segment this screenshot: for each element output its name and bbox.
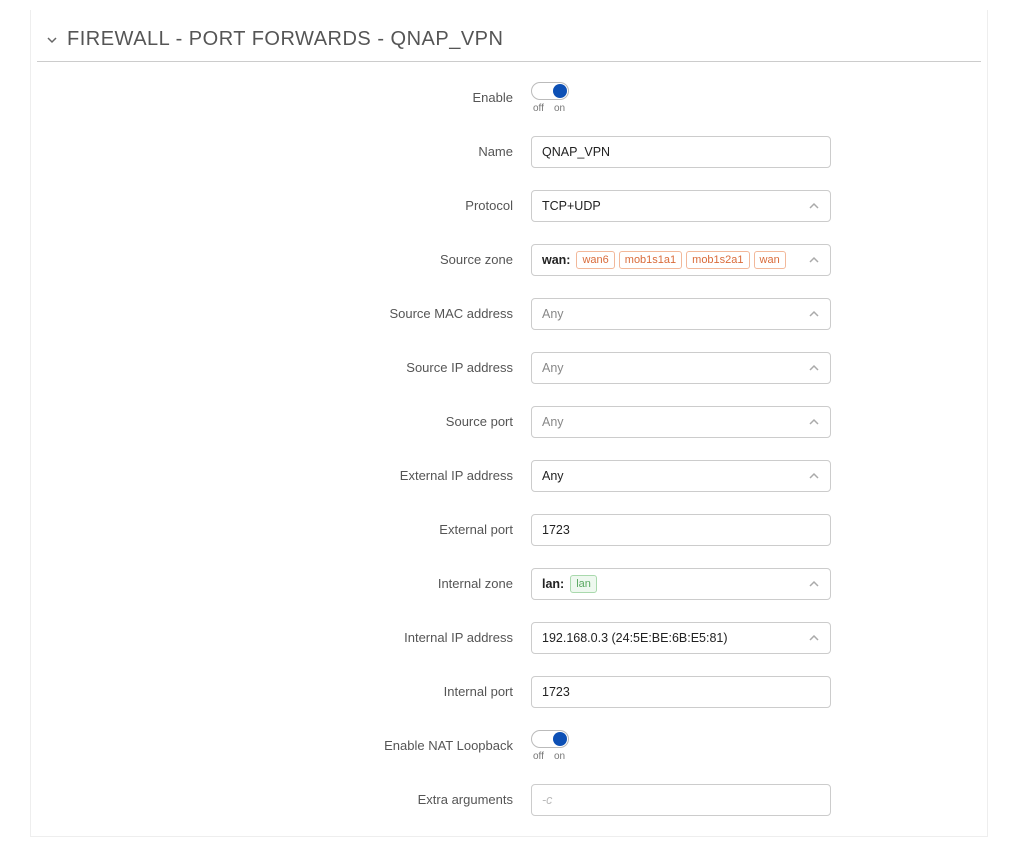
source-zone-name: wan: bbox=[542, 253, 570, 267]
internal-ip-value: 192.168.0.3 (24:5E:BE:6B:E5:81) bbox=[542, 631, 808, 645]
internal-port-label: Internal port bbox=[51, 676, 531, 699]
chevron-up-icon bbox=[808, 578, 820, 590]
source-zone-select[interactable]: wan: wan6 mob1s1a1 mob1s2a1 wan bbox=[531, 244, 831, 276]
internal-zone-value: lan: lan bbox=[542, 575, 808, 593]
panel-header[interactable]: FIREWALL - PORT FORWARDS - QNAP_VPN bbox=[37, 10, 981, 62]
enable-toggle[interactable] bbox=[531, 82, 569, 100]
source-mac-select[interactable]: Any bbox=[531, 298, 831, 330]
internal-ip-select[interactable]: 192.168.0.3 (24:5E:BE:6B:E5:81) bbox=[531, 622, 831, 654]
chevron-up-icon bbox=[808, 308, 820, 320]
nat-loopback-label: Enable NAT Loopback bbox=[51, 730, 531, 753]
name-label: Name bbox=[51, 136, 531, 159]
chevron-down-icon bbox=[45, 33, 59, 47]
external-ip-value: Any bbox=[542, 469, 808, 483]
chevron-up-icon bbox=[808, 362, 820, 374]
chevron-up-icon bbox=[808, 200, 820, 212]
external-ip-select[interactable]: Any bbox=[531, 460, 831, 492]
zone-tag: mob1s1a1 bbox=[619, 251, 682, 269]
toggle-off-text: off bbox=[533, 751, 544, 762]
external-port-label: External port bbox=[51, 514, 531, 537]
extra-args-input[interactable] bbox=[531, 784, 831, 816]
toggle-off-text: off bbox=[533, 103, 544, 114]
source-mac-label: Source MAC address bbox=[51, 298, 531, 321]
internal-zone-label: Internal zone bbox=[51, 568, 531, 591]
nat-loopback-toggle[interactable] bbox=[531, 730, 569, 748]
toggle-caption: off on bbox=[531, 103, 565, 114]
toggle-on-text: on bbox=[554, 751, 565, 762]
panel: FIREWALL - PORT FORWARDS - QNAP_VPN Enab… bbox=[30, 10, 988, 837]
internal-port-input[interactable] bbox=[531, 676, 831, 708]
source-port-value: Any bbox=[542, 415, 808, 429]
external-ip-label: External IP address bbox=[51, 460, 531, 483]
chevron-up-icon bbox=[808, 416, 820, 428]
internal-zone-select[interactable]: lan: lan bbox=[531, 568, 831, 600]
source-ip-select[interactable]: Any bbox=[531, 352, 831, 384]
protocol-label: Protocol bbox=[51, 190, 531, 213]
internal-ip-label: Internal IP address bbox=[51, 622, 531, 645]
zone-tag: mob1s2a1 bbox=[686, 251, 749, 269]
external-port-input[interactable] bbox=[531, 514, 831, 546]
source-mac-value: Any bbox=[542, 307, 808, 321]
internal-zone-name: lan: bbox=[542, 577, 564, 591]
source-port-select[interactable]: Any bbox=[531, 406, 831, 438]
protocol-value: TCP+UDP bbox=[542, 199, 808, 213]
name-input[interactable] bbox=[531, 136, 831, 168]
form: Enable off on Name Protocol TCP+UDP bbox=[31, 82, 987, 816]
page-title: FIREWALL - PORT FORWARDS - QNAP_VPN bbox=[67, 28, 503, 51]
chevron-up-icon bbox=[808, 254, 820, 266]
zone-tag: lan bbox=[570, 575, 597, 593]
source-ip-label: Source IP address bbox=[51, 352, 531, 375]
protocol-select[interactable]: TCP+UDP bbox=[531, 190, 831, 222]
enable-label: Enable bbox=[51, 82, 531, 105]
chevron-up-icon bbox=[808, 470, 820, 482]
source-zone-label: Source zone bbox=[51, 244, 531, 267]
extra-args-label: Extra arguments bbox=[51, 784, 531, 807]
zone-tag: wan6 bbox=[576, 251, 614, 269]
toggle-on-text: on bbox=[554, 103, 565, 114]
source-port-label: Source port bbox=[51, 406, 531, 429]
source-zone-value: wan: wan6 mob1s1a1 mob1s2a1 wan bbox=[542, 251, 808, 269]
toggle-caption: off on bbox=[531, 751, 565, 762]
zone-tag: wan bbox=[754, 251, 786, 269]
source-ip-value: Any bbox=[542, 361, 808, 375]
chevron-up-icon bbox=[808, 632, 820, 644]
